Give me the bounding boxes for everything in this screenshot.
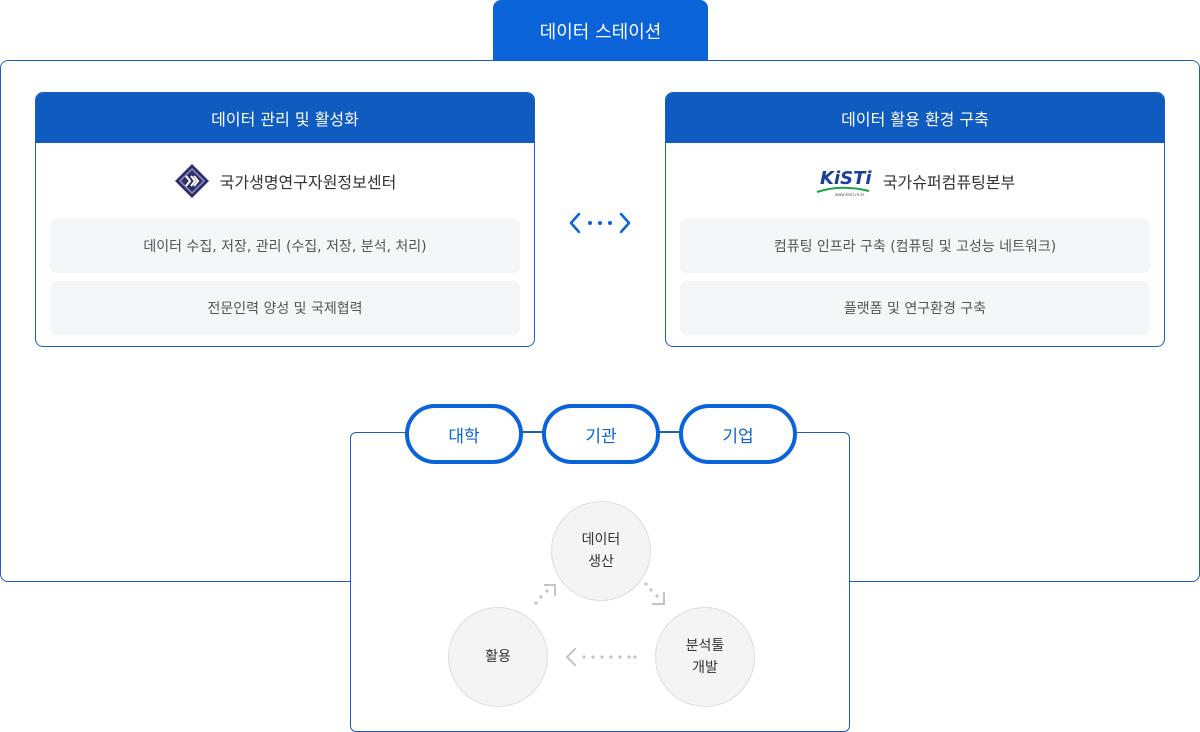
role-item: 전문인력 양성 및 국제협력 bbox=[50, 281, 520, 335]
card-header: 데이터 활용 환경 구축 bbox=[666, 93, 1164, 143]
kisti-logo-subtext: www.kisti.re.kr bbox=[835, 192, 865, 197]
org-row: 국가생명연구자원정보센터 bbox=[36, 143, 534, 219]
org-name: 국가생명연구자원정보센터 bbox=[219, 173, 397, 192]
cycle-arrow-icon bbox=[565, 647, 637, 667]
participant-chip-company: 기업 bbox=[679, 404, 797, 464]
role-item: 플랫폼 및 연구환경 구축 bbox=[680, 281, 1150, 335]
cycle-node-utilization: 활용 bbox=[448, 607, 548, 707]
kisti-logo-text: KiSTi bbox=[820, 168, 872, 189]
org-name: 국가슈퍼컴퓨팅본부 bbox=[882, 173, 1016, 192]
participant-label: 기관 bbox=[585, 426, 617, 447]
org-row: KiSTi www.kisti.re.kr 국가슈퍼컴퓨팅본부 bbox=[666, 143, 1164, 219]
card-title: 데이터 관리 및 활성화 bbox=[211, 110, 359, 129]
bidirectional-dotted-arrow-icon bbox=[568, 208, 632, 238]
role-item: 데이터 수집, 저장, 관리 (수집, 저장, 분석, 처리) bbox=[50, 219, 520, 273]
node-label-line: 생산 bbox=[588, 554, 614, 570]
participant-label: 기업 bbox=[722, 426, 754, 447]
data-management-card: 데이터 관리 및 활성화 국가생명연구자원정보센터 데이터 수집, 저장, 관리… bbox=[35, 92, 535, 347]
station-title: 데이터 스테이션 bbox=[539, 21, 662, 43]
data-environment-card: 데이터 활용 환경 구축 KiSTi www.kisti.re.kr 국가슈퍼컴… bbox=[665, 92, 1165, 347]
cycle-node-tool-development: 분석툴 개발 bbox=[655, 607, 755, 707]
node-label-line: 데이터 bbox=[581, 531, 621, 548]
cycle-arrow-icon bbox=[534, 584, 556, 605]
role-item: 컴퓨팅 인프라 구축 (컴퓨팅 및 고성능 네트워크) bbox=[680, 219, 1150, 273]
role-item-text: 데이터 수집, 저장, 관리 (수집, 저장, 분석, 처리) bbox=[143, 239, 427, 255]
participant-chip-university: 대학 bbox=[405, 404, 523, 464]
node-label-line: 개발 bbox=[692, 660, 718, 676]
card-header: 데이터 관리 및 활성화 bbox=[36, 93, 534, 143]
participant-chip-institution: 기관 bbox=[542, 404, 660, 464]
role-item-text: 전문인력 양성 및 국제협력 bbox=[207, 301, 363, 317]
station-title-tab: 데이터 스테이션 bbox=[493, 0, 708, 61]
kisti-logo-icon: KiSTi www.kisti.re.kr bbox=[815, 164, 873, 198]
participant-label: 대학 bbox=[448, 426, 480, 447]
node-label-line: 활용 bbox=[485, 648, 511, 665]
role-item-text: 플랫폼 및 연구환경 구축 bbox=[843, 301, 987, 317]
cycle-node-data-production: 데이터 생산 bbox=[551, 501, 651, 601]
cycle-arrow-icon bbox=[644, 582, 665, 605]
card-title: 데이터 활용 환경 구축 bbox=[841, 110, 989, 129]
role-item-text: 컴퓨팅 인프라 구축 (컴퓨팅 및 고성능 네트워크) bbox=[773, 239, 1057, 255]
kobic-logo-icon bbox=[174, 163, 210, 199]
node-label-line: 분석툴 bbox=[685, 637, 725, 654]
